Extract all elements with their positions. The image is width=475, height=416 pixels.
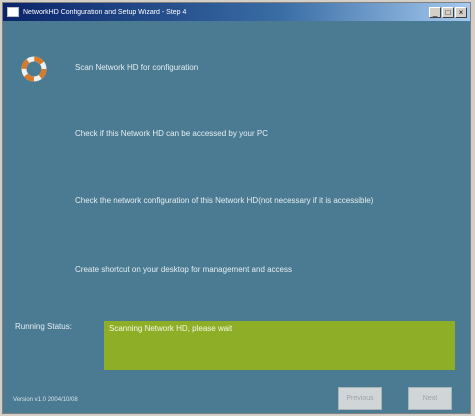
version-label: Version v1.0 2004/10/08 [13,397,78,403]
step-scan: Scan Network HD for configuration [75,63,199,72]
maximize-button[interactable]: □ [442,6,454,18]
ring-progress-icon [21,56,47,82]
wizard-content: Scan Network HD for configuration Check … [3,21,470,413]
minimize-button[interactable]: _ [429,6,441,18]
step-check-access: Check if this Network HD can be accessed… [75,129,268,138]
title-bar[interactable]: NetworkHD Configuration and Setup Wizard… [3,3,470,21]
previous-button[interactable]: Previous [338,387,382,410]
running-status-box: Scanning Network HD, please wait [104,321,455,370]
window-controls: _ □ × [429,6,467,18]
close-button[interactable]: × [455,6,467,18]
step-check-network-config: Check the network configuration of this … [75,196,374,205]
running-status-label: Running Status: [15,322,72,331]
wizard-window: NetworkHD Configuration and Setup Wizard… [2,2,471,414]
app-icon [7,7,19,17]
running-status-message: Scanning Network HD, please wait [109,324,233,333]
step-create-shortcut: Create shortcut on your desktop for mana… [75,265,293,274]
next-button[interactable]: Next [408,387,452,410]
window-title: NetworkHD Configuration and Setup Wizard… [23,8,187,16]
